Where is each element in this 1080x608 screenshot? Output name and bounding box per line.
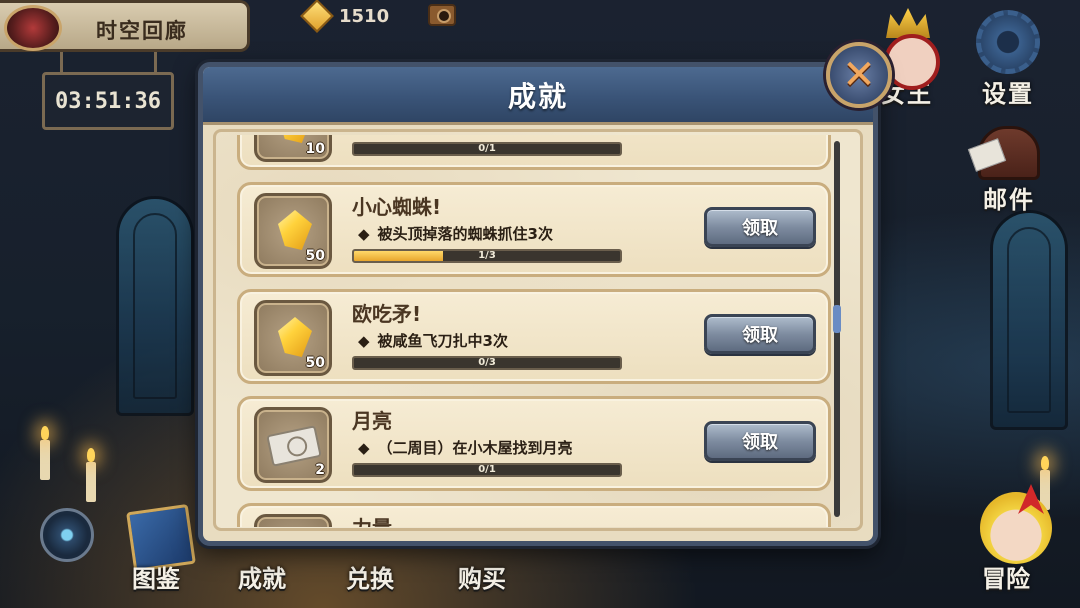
description-text: （二周目）在小木屋找到月亮 bbox=[377, 439, 573, 457]
gear-icon bbox=[976, 10, 1040, 74]
mailbox-icon bbox=[978, 126, 1040, 180]
scrollbar[interactable] bbox=[833, 141, 841, 517]
reward-count: 10 bbox=[305, 141, 325, 157]
reward-slot: 10 bbox=[254, 135, 332, 162]
nav-adventure[interactable]: 冒险 bbox=[982, 559, 1030, 594]
progress-text: 0/1 bbox=[478, 143, 496, 154]
description-text: 被头顶掉落的蜘蛛抓住3次 bbox=[377, 225, 553, 243]
reward-slot: 50 bbox=[254, 193, 332, 269]
dialog-title: 成就 bbox=[507, 79, 568, 113]
gem-icon bbox=[278, 317, 312, 357]
bullet-icon: ◆ bbox=[358, 225, 370, 243]
achievement-row: 力量 ◆ bbox=[237, 503, 831, 527]
ticket-icon bbox=[266, 425, 322, 467]
gem-counter: 1510 bbox=[300, 0, 390, 33]
nav-shop[interactable]: 购买 bbox=[458, 559, 506, 594]
side-menu-label: 设置 bbox=[982, 80, 1034, 108]
achievement-row: 50 小心蜘蛛! ◆ 被头顶掉落的蜘蛛抓住3次 1/3 领取 bbox=[237, 182, 831, 277]
reward-count: 50 bbox=[305, 355, 325, 371]
progress-text: 1/3 bbox=[478, 250, 496, 261]
candle bbox=[86, 448, 96, 502]
timer-chain bbox=[154, 52, 157, 74]
progress-text: 0/1 bbox=[478, 464, 496, 475]
achievements-dialog: 成就 10 ◆ 0/1 50 小心蜘蛛! ◆ 被头顶掉落的蜘蛛抓住3次 1/3 领… bbox=[198, 62, 878, 546]
timer-chain bbox=[60, 52, 63, 74]
countdown-timer: 03:51:36 bbox=[42, 72, 174, 130]
description-text: 被咸鱼飞刀扎中3次 bbox=[377, 332, 508, 350]
stained-window-right bbox=[990, 210, 1068, 430]
close-icon: ✕ bbox=[842, 52, 876, 98]
progress-text: 0/3 bbox=[478, 357, 496, 368]
side-menu-label: 邮件 bbox=[983, 186, 1035, 214]
achievement-title: 力量 bbox=[352, 512, 392, 527]
gem-count: 1510 bbox=[339, 5, 390, 27]
achievement-row: 10 ◆ 0/1 bbox=[237, 135, 831, 170]
achievement-description: ◆ （二周目）在小木屋找到月亮 bbox=[358, 437, 573, 458]
achievement-row: 50 欧吃矛! ◆ 被咸鱼飞刀扎中3次 0/3 领取 bbox=[237, 289, 831, 384]
progress-bar: 0/1 bbox=[352, 142, 622, 156]
progress-bar: 0/1 bbox=[352, 463, 622, 477]
close-button[interactable]: ✕ bbox=[826, 42, 892, 108]
gem-icon bbox=[278, 210, 312, 250]
reward-count: 50 bbox=[305, 248, 325, 264]
nav-label: 冒险 bbox=[982, 565, 1030, 593]
location-title: 时空回廊 bbox=[96, 19, 188, 43]
hero-avatar-icon bbox=[980, 492, 1052, 564]
location-plate[interactable]: 时空回廊 bbox=[0, 0, 250, 52]
nav-label: 图鉴 bbox=[132, 565, 180, 593]
nav-label: 购买 bbox=[458, 565, 506, 593]
claim-button[interactable]: 领取 bbox=[704, 207, 816, 247]
claim-button[interactable]: 领取 bbox=[704, 314, 816, 354]
achievement-row: 2 月亮 ◆ （二周目）在小木屋找到月亮 0/1 领取 bbox=[237, 396, 831, 491]
reward-slot: 50 bbox=[254, 300, 332, 376]
achievement-description: ◆ 被咸鱼飞刀扎中3次 bbox=[358, 330, 508, 351]
nav-label: 成就 bbox=[238, 565, 286, 593]
reward-count: 2 bbox=[315, 462, 325, 478]
achievement-title: 月亮 bbox=[352, 409, 392, 433]
progress-bar: 1/3 bbox=[352, 249, 622, 263]
nav-exchange[interactable]: 兑换 bbox=[346, 559, 394, 594]
nav-label: 兑换 bbox=[346, 565, 394, 593]
camera-icon[interactable] bbox=[428, 4, 456, 26]
side-menu-settings[interactable]: 设置 bbox=[976, 10, 1040, 109]
scroll-thumb[interactable] bbox=[833, 304, 841, 333]
stained-window-left bbox=[116, 196, 194, 416]
claim-button[interactable]: 领取 bbox=[704, 421, 816, 461]
nav-achievements[interactable]: 成就 bbox=[238, 559, 286, 594]
achievement-list[interactable]: 10 ◆ 0/1 50 小心蜘蛛! ◆ 被头顶掉落的蜘蛛抓住3次 1/3 领取 5… bbox=[237, 135, 831, 527]
dialog-header: 成就 bbox=[203, 67, 873, 125]
nav-codex[interactable]: 图鉴 bbox=[132, 559, 180, 594]
compass-icon[interactable] bbox=[40, 508, 94, 562]
side-menu-mail[interactable]: 邮件 bbox=[978, 126, 1040, 215]
reward-slot: 2 bbox=[254, 407, 332, 483]
candle bbox=[40, 426, 50, 480]
achievement-description: ◆ 被头顶掉落的蜘蛛抓住3次 bbox=[358, 223, 553, 244]
achievement-list-content: 10 ◆ 0/1 50 小心蜘蛛! ◆ 被头顶掉落的蜘蛛抓住3次 1/3 领取 5… bbox=[237, 135, 831, 527]
reward-slot bbox=[254, 514, 332, 527]
bullet-icon: ◆ bbox=[358, 439, 370, 457]
bullet-icon: ◆ bbox=[358, 332, 370, 350]
achievement-title: 欧吃矛! bbox=[352, 302, 422, 326]
progress-bar: 0/3 bbox=[352, 356, 622, 370]
heart-emblem-icon bbox=[4, 5, 62, 51]
achievement-title: 小心蜘蛛! bbox=[352, 195, 442, 219]
